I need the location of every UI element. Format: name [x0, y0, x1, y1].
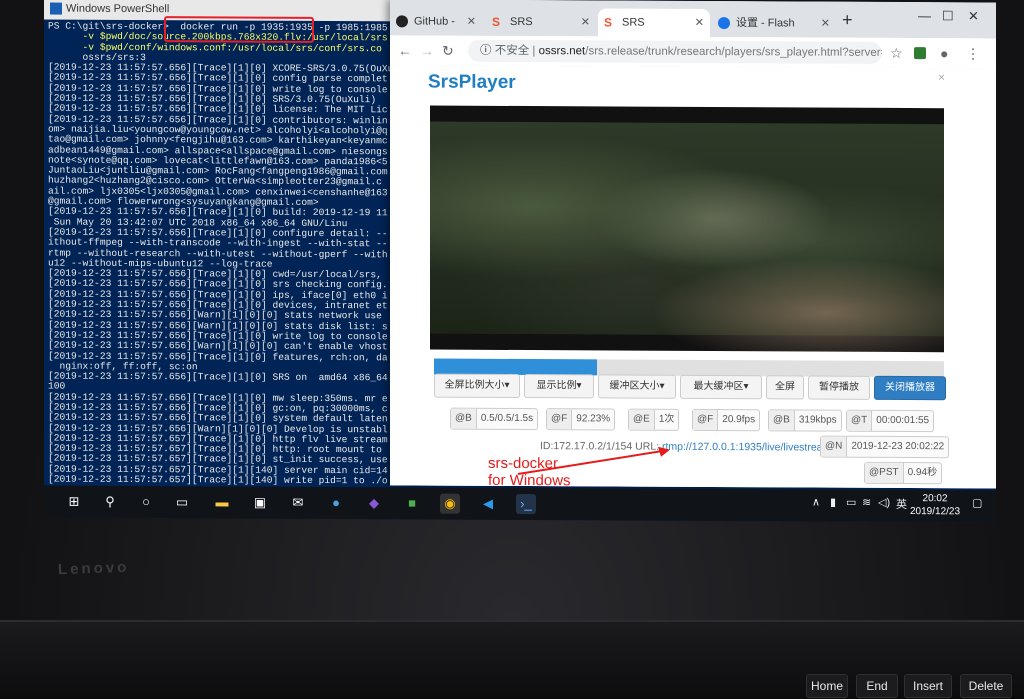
url-path: /srs.release/trunk/research/players/srs_…	[585, 45, 882, 60]
powershell-icon	[50, 2, 62, 15]
store-icon[interactable]: ▣	[250, 493, 270, 513]
tab-label: 设置 - Flash	[736, 17, 795, 30]
windows-start-icon[interactable]: ⊞	[64, 492, 84, 512]
powershell-window[interactable]: Windows PowerShell PS C:\git\srs-docker>…	[44, 0, 424, 520]
powershell-console-output[interactable]: PS C:\git\srs-docker> docker run -p 1935…	[44, 20, 424, 489]
network-icon[interactable]: ▭	[846, 496, 856, 509]
buffer-size-dropdown[interactable]: 缓冲区大小▾	[598, 374, 676, 399]
file-explorer-icon[interactable]: ▬	[212, 492, 232, 512]
tab-srs-active[interactable]: S SRS ✕	[598, 8, 710, 37]
insecure-label: 不安全	[494, 44, 530, 58]
url-host: ossrs.net	[538, 45, 586, 58]
stat-buffer: @B 0.5/0.5/1.5s	[450, 407, 539, 431]
webstorm-icon[interactable]: ■	[402, 493, 422, 513]
extension-icon[interactable]	[914, 47, 926, 60]
tab-flash-settings[interactable]: 设置 - Flash ✕	[712, 9, 836, 38]
page-title: SrsPlayer	[428, 71, 516, 93]
pause-button[interactable]: 暂停播放	[808, 375, 870, 400]
clock-time: 20:02	[922, 493, 948, 505]
powershell-title: Windows PowerShell	[66, 2, 170, 16]
minimize-button[interactable]: —	[918, 8, 931, 23]
new-tab-button[interactable]: +	[842, 10, 853, 31]
srs-icon: S	[604, 15, 613, 30]
tab-label: SRS	[622, 16, 645, 29]
address-bar-row: ← → ↻ ⓘ 不安全 | ossrs.net/srs.release/trun…	[390, 35, 996, 70]
tab-label: SRS	[510, 15, 533, 29]
mail-icon[interactable]: ✉	[288, 493, 308, 513]
search-icon[interactable]: ⚲	[100, 492, 120, 512]
info-icon[interactable]: ⓘ	[480, 45, 495, 57]
docker-command-highlight-box	[164, 16, 314, 43]
srs-icon: S	[492, 14, 501, 29]
stat-bitrate: @B 319kbps	[768, 409, 842, 432]
vscode-icon[interactable]: ◀	[478, 494, 498, 514]
annotation-arrow	[517, 446, 670, 475]
player-controls: 全屏比例大小▾ 显示比例▾ 缓冲区大小▾ 最大缓冲区▾ 全屏 暂停播放 关闭播放…	[434, 373, 954, 401]
laptop-brand-logo: Lenovo	[57, 558, 130, 579]
srs-player-page: SrsPlayer × 全屏比例大小▾ 显示比例▾ 缓冲区大小▾ 最大缓冲区▾ …	[390, 65, 996, 489]
screen-glare	[650, 256, 944, 353]
stream-url-link[interactable]: rtmp://127.0.0.1:1935/live/livestream	[662, 441, 831, 454]
reload-icon[interactable]: ↻	[442, 43, 454, 60]
laptop-screen: Windows PowerShell PS C:\git\srs-docker>…	[44, 0, 996, 523]
stat-now: @N 2019-12-23 20:02:22	[820, 435, 950, 459]
window-close-button[interactable]: ✕	[968, 8, 979, 24]
stat-time: @T 00:00:01:55	[846, 409, 935, 433]
windows-taskbar: ⊞ ⚲ ○ ▭ ▬ ▣ ✉ ● ◆ ■ ◉ ◀ ›_ ∧ ▮ ▭ ≋ ◁) 英 …	[44, 485, 996, 523]
forward-arrow-icon[interactable]: →	[420, 42, 434, 58]
taskbar-clock[interactable]: 20:02 2019/12/23	[910, 492, 960, 518]
clock-date: 2019/12/23	[910, 506, 961, 518]
close-icon[interactable]: ✕	[581, 8, 590, 36]
wifi-icon[interactable]: ≋	[862, 496, 871, 509]
key-end: End	[856, 674, 898, 698]
key-home: Home	[806, 674, 848, 698]
tab-github[interactable]: GitHub - ossrs/s ✕	[390, 7, 482, 56]
player-stats: @B 0.5/0.5/1.5s @F 92.23% @E 1次 @F 20.9fps @…	[450, 407, 970, 433]
telegram-icon[interactable]: ●	[326, 493, 346, 513]
key-delete: Delete	[960, 674, 1012, 698]
chrome-browser-window[interactable]: GitHub - ossrs/s ✕ S SRS ✕ S SRS ✕ 设置 - …	[390, 0, 996, 489]
fullscreen-button[interactable]: 全屏	[766, 375, 804, 400]
close-player-button[interactable]: 关闭播放器	[874, 375, 946, 401]
chrome-icon[interactable]: ◉	[440, 493, 460, 514]
max-buffer-dropdown[interactable]: 最大缓冲区▾	[680, 374, 762, 400]
stat-pst: @PST 0.94秒	[864, 461, 943, 485]
video-player[interactable]	[430, 105, 944, 353]
account-avatar-icon[interactable]: ●	[940, 45, 948, 61]
maximize-button[interactable]: ☐	[942, 8, 954, 24]
key-insert: Insert	[904, 674, 952, 698]
close-icon[interactable]: ×	[938, 70, 945, 84]
tray-chevron-icon[interactable]: ∧	[812, 496, 820, 509]
task-view-icon[interactable]: ▭	[172, 492, 192, 512]
github-icon	[396, 15, 408, 28]
visual-studio-icon[interactable]: ◆	[364, 493, 384, 513]
volume-icon[interactable]: ◁)	[878, 496, 890, 509]
ime-indicator[interactable]: 英	[896, 496, 907, 512]
back-arrow-icon[interactable]: ←	[398, 42, 412, 58]
stat-errors: @E 1次	[628, 408, 680, 431]
menu-kebab-icon[interactable]: ⋮	[966, 45, 980, 62]
usb-icon[interactable]: ▮	[830, 496, 836, 509]
url-omnibox[interactable]: ⓘ 不安全 | ossrs.net/srs.release/trunk/rese…	[468, 39, 882, 64]
fullscreen-ratio-dropdown[interactable]: 全屏比例大小▾	[434, 373, 520, 398]
bookmark-star-icon[interactable]: ☆	[890, 45, 903, 62]
tab-srs-1[interactable]: S SRS ✕	[486, 8, 596, 37]
close-icon[interactable]: ✕	[695, 9, 704, 37]
display-ratio-dropdown[interactable]: 显示比例▾	[524, 374, 594, 399]
close-icon[interactable]: ✕	[467, 8, 476, 36]
notifications-icon[interactable]: ▢	[972, 496, 982, 509]
powershell-taskbar-icon[interactable]: ›_	[516, 493, 536, 515]
cortana-icon[interactable]: ○	[136, 492, 156, 512]
stat-fps-ratio: @F 92.23%	[546, 408, 616, 431]
stat-fps: @F 20.9fps	[692, 408, 761, 432]
tab-strip: GitHub - ossrs/s ✕ S SRS ✕ S SRS ✕ 设置 - …	[390, 0, 996, 56]
close-icon[interactable]: ✕	[821, 10, 830, 38]
gear-icon	[718, 17, 730, 30]
laptop-keyboard: Home End Insert Delete	[0, 620, 1024, 699]
